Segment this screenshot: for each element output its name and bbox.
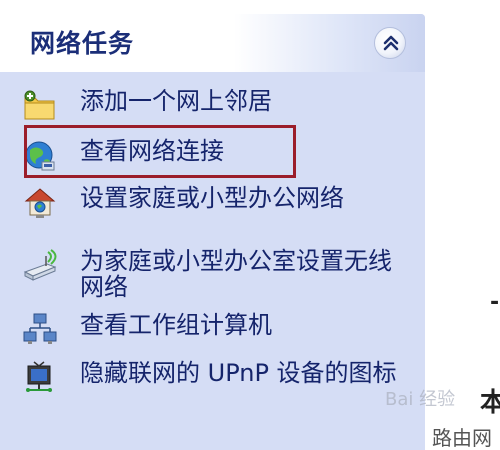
home-network-icon [24, 188, 56, 218]
collapse-button[interactable] [374, 27, 406, 59]
site-watermark: 路由网 [430, 422, 494, 450]
task-label: 隐藏联网的 UPnP 设备的图标 [80, 359, 397, 387]
task-label: 为家庭或小型办公室设置无线网络 [80, 247, 392, 301]
highlight-box [24, 125, 296, 178]
baidu-watermark: Bai 经验 [385, 389, 456, 410]
panel-header[interactable]: 网络任务 [0, 14, 425, 72]
edge-text-fragment: - [490, 290, 500, 315]
workgroup-icon [23, 313, 57, 344]
wireless-router-icon [23, 249, 57, 281]
task-label: 添加一个网上邻居 [80, 87, 272, 115]
upnp-device-icon [26, 361, 52, 392]
edge-text-fragment: 本 [480, 388, 500, 418]
task-label: 查看工作组计算机 [80, 311, 272, 339]
panel-title: 网络任务 [30, 29, 135, 58]
double-chevron-up-icon [383, 35, 399, 51]
folder-network-icon [24, 90, 55, 120]
task-label: 设置家庭或小型办公网络 [80, 184, 344, 212]
